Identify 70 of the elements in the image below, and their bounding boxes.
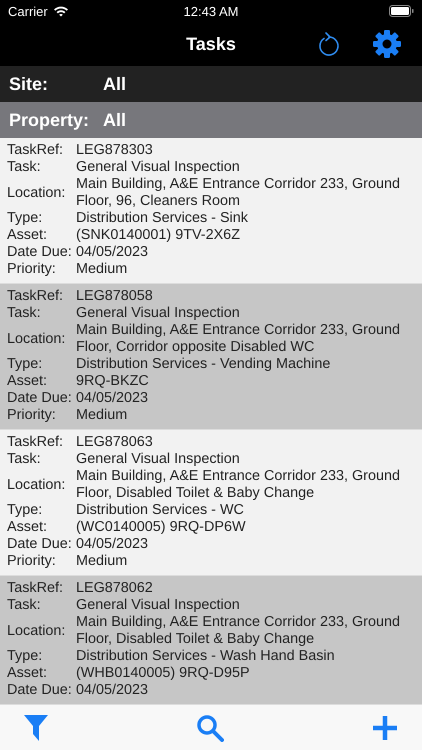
field-value: Distribution Services - Wash Hand Basin (76, 648, 336, 665)
field-value: Medium (76, 261, 128, 278)
field-value: 04/05/2023 (76, 682, 150, 699)
field-label: Date Due: (7, 244, 73, 261)
battery-icon (389, 5, 414, 17)
clock-label: 12:43 AM (182, 4, 240, 18)
field-label: Location: (7, 330, 66, 348)
wifi-icon (52, 5, 69, 17)
field-value: General Visual Inspection (76, 451, 241, 468)
carrier-label: Carrier (8, 4, 48, 18)
add-icon[interactable] (372, 714, 398, 740)
task-card[interactable] (0, 284, 422, 430)
field-value: LEG878303 (76, 142, 154, 159)
field-value: 9RQ-BKZC (76, 373, 150, 390)
field-value: (SNK0140001) 9TV-2X6Z (76, 227, 241, 244)
field-label: Location: (7, 476, 66, 494)
field-label: Asset: (7, 227, 48, 244)
field-value: Medium (76, 407, 128, 424)
field-label: Type: (7, 356, 44, 373)
field-label: Priority: (7, 261, 57, 278)
field-label: Task: (7, 597, 42, 614)
field-value: (WHB0140005) 9RQ-D95P (76, 665, 251, 682)
field-label: TaskRef: (7, 580, 64, 597)
field-label: TaskRef: (7, 288, 64, 305)
field-value: Distribution Services - Sink (76, 210, 249, 227)
field-value: LEG878062 (76, 580, 154, 597)
field-value: LEG878058 (76, 288, 154, 305)
field-label: Type: (7, 210, 44, 227)
field-label: Task: (7, 305, 42, 322)
field-label: Location: (7, 622, 66, 640)
settings-icon[interactable] (372, 29, 402, 59)
field-value: Distribution Services - Vending Machine (76, 356, 332, 373)
screen-title: Tasks (186, 34, 236, 54)
field-label: Type: (7, 502, 44, 519)
field-label: TaskRef: (7, 142, 64, 159)
field-value: Main Building, A&E Entrance Corridor 233, Ground Floor, 96, Cleaners Room (76, 176, 401, 210)
field-label: Date Due: (7, 682, 73, 699)
task-card[interactable] (0, 138, 422, 284)
field-label: Type: (7, 648, 44, 665)
field-label: Priority: (7, 407, 57, 424)
field-value: Distribution Services - WC (76, 502, 245, 519)
field-value: 04/05/2023 (76, 390, 150, 407)
field-value: General Visual Inspection (76, 159, 241, 176)
field-label: Date Due: (7, 536, 73, 553)
field-value: Main Building, A&E Entrance Corridor 233, Ground Floor, Disabled Toilet & Baby Change (76, 614, 401, 648)
field-label: Task: (7, 451, 42, 468)
field-label: Task: (7, 159, 42, 176)
field-label: Priority: (7, 553, 57, 570)
filter-row[interactable]: Property: All (0, 102, 422, 138)
task-card[interactable] (0, 576, 422, 705)
field-value: Main Building, A&E Entrance Corridor 233, Ground Floor, Corridor opposite Disabled WC (76, 322, 401, 356)
filter-row[interactable]: Site: All (0, 66, 422, 102)
search-icon[interactable] (196, 714, 224, 742)
field-value: (WC0140005) 9RQ-DP6W (76, 519, 247, 536)
field-label: Asset: (7, 665, 48, 682)
field-value: Medium (76, 553, 128, 570)
field-label: Asset: (7, 373, 48, 390)
field-label: Asset: (7, 519, 48, 536)
field-value: General Visual Inspection (76, 597, 241, 614)
field-value: 04/05/2023 (76, 244, 150, 261)
field-label: TaskRef: (7, 434, 64, 451)
field-label: Date Due: (7, 390, 73, 407)
refresh-icon[interactable] (316, 30, 340, 58)
field-value: Main Building, A&E Entrance Corridor 233, Ground Floor, Disabled Toilet & Baby Change (76, 468, 401, 502)
filter-icon[interactable] (24, 714, 48, 740)
field-value: LEG878063 (76, 434, 154, 451)
field-label: Location: (7, 184, 66, 202)
field-value: 04/05/2023 (76, 536, 150, 553)
field-value: General Visual Inspection (76, 305, 241, 322)
task-card[interactable] (0, 430, 422, 576)
